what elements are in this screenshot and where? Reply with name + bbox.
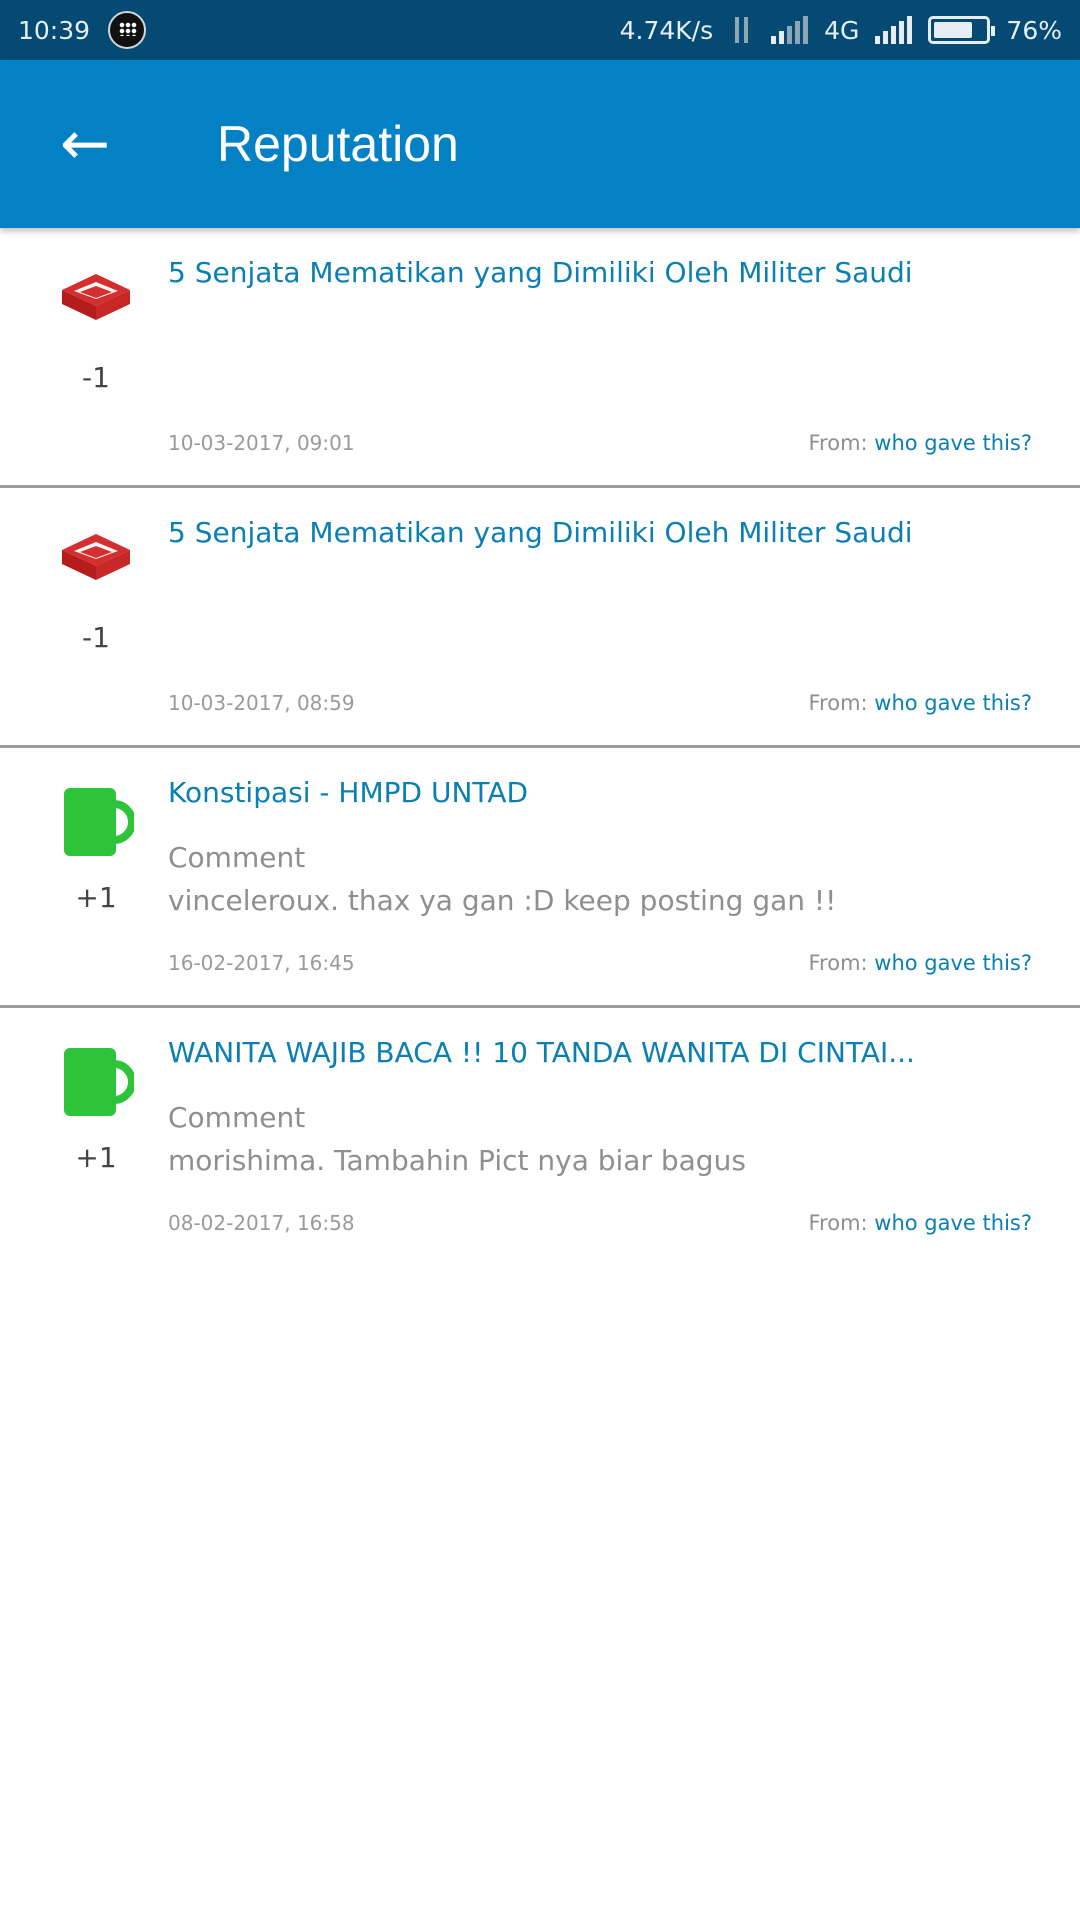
score: -1	[82, 361, 110, 394]
list-item[interactable]: +1 WANITA WAJIB BACA !! 10 TANDA WANITA …	[0, 1008, 1080, 1268]
who-gave-link[interactable]: who gave this?	[874, 1211, 1032, 1235]
status-bar: 10:39 4.74K/s 4G 76%	[0, 0, 1080, 60]
thread-title-link[interactable]: 5 Senjata Mematikan yang Dimiliki Oleh M…	[168, 516, 1018, 549]
data-arrows-icon	[729, 15, 755, 45]
score: +1	[75, 1141, 117, 1174]
comment-label: Comment	[168, 1101, 306, 1134]
network-speed: 4.74K/s	[619, 15, 714, 45]
back-arrow-icon: ←	[59, 109, 111, 179]
thread-title-link[interactable]: Konstipasi - HMPD UNTAD	[168, 776, 1018, 809]
from-section: From: who gave this?	[809, 1211, 1033, 1235]
cup-icon	[64, 1048, 134, 1116]
battery-level	[934, 22, 973, 38]
item-date: 10-03-2017, 09:01	[168, 431, 355, 455]
item-date: 10-03-2017, 08:59	[168, 691, 355, 715]
score: -1	[82, 621, 110, 654]
thread-title-link[interactable]: 5 Senjata Mematikan yang Dimiliki Oleh M…	[168, 256, 1018, 289]
status-time: 10:39	[18, 15, 91, 45]
app-bar: ← Reputation	[0, 60, 1080, 228]
list-item[interactable]: -1 5 Senjata Mematikan yang Dimiliki Ole…	[0, 488, 1080, 748]
thread-title-link[interactable]: WANITA WAJIB BACA !! 10 TANDA WANITA DI …	[168, 1036, 1018, 1069]
from-section: From: who gave this?	[809, 431, 1033, 455]
from-label: From:	[808, 951, 868, 975]
from-section: From: who gave this?	[809, 691, 1033, 715]
from-label: From:	[808, 431, 868, 455]
from-label: From:	[808, 1211, 868, 1235]
item-date: 08-02-2017, 16:58	[168, 1211, 355, 1235]
network-type: 4G	[824, 15, 860, 45]
page-title: Reputation	[217, 116, 459, 172]
bbm-icon	[108, 11, 147, 49]
back-button[interactable]: ←	[30, 89, 140, 199]
brick-icon	[62, 274, 130, 320]
who-gave-link[interactable]: who gave this?	[874, 951, 1032, 975]
signal-icon	[771, 16, 809, 44]
signal-icon	[875, 16, 913, 44]
from-section: From: who gave this?	[809, 951, 1033, 975]
who-gave-link[interactable]: who gave this?	[874, 691, 1032, 715]
cup-icon	[64, 788, 134, 856]
list-item[interactable]: -1 5 Senjata Mematikan yang Dimiliki Ole…	[0, 228, 1080, 488]
brick-icon	[62, 534, 130, 580]
item-date: 16-02-2017, 16:45	[168, 951, 355, 975]
comment-label: Comment	[168, 841, 306, 874]
battery-percent: 76%	[1006, 15, 1062, 45]
list-item[interactable]: +1 Konstipasi - HMPD UNTAD Comment vince…	[0, 748, 1080, 1008]
comment-text: vinceleroux. thax ya gan :D keep posting…	[168, 884, 837, 917]
who-gave-link[interactable]: who gave this?	[874, 431, 1032, 455]
battery-icon	[928, 16, 996, 44]
score: +1	[75, 881, 117, 914]
reputation-list: -1 5 Senjata Mematikan yang Dimiliki Ole…	[0, 228, 1080, 1268]
comment-text: morishima. Tambahin Pict nya biar bagus	[168, 1144, 746, 1177]
from-label: From:	[808, 691, 868, 715]
